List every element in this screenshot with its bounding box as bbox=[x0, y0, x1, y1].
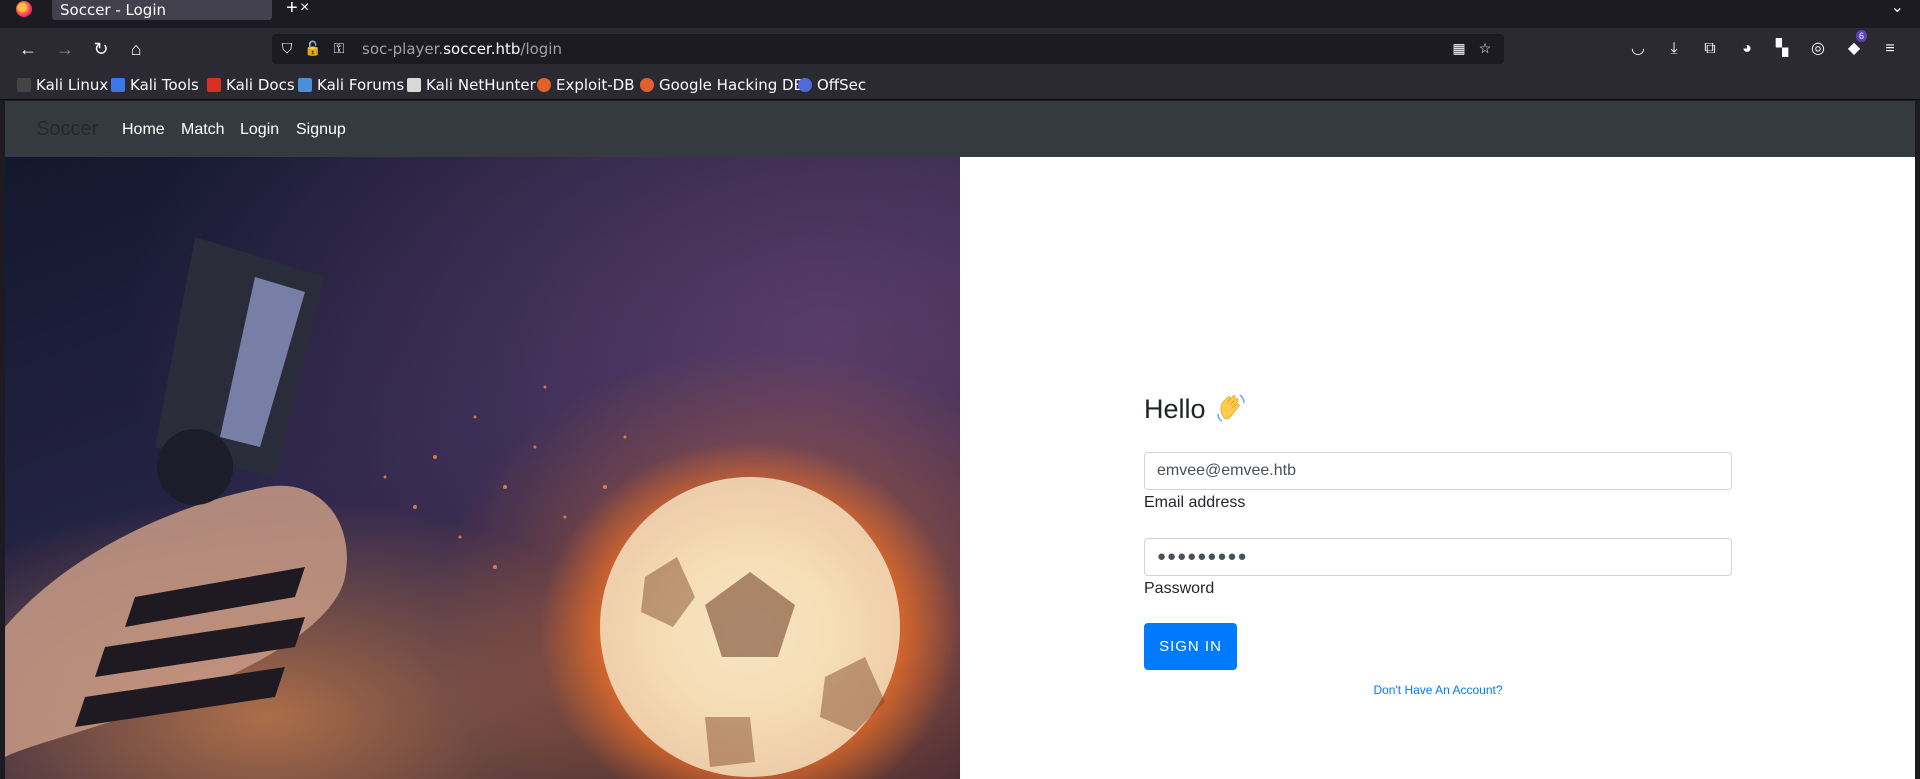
bookmark-google-hacking-db[interactable]: Google Hacking DB bbox=[640, 76, 804, 94]
browser-toolbar: ← → ↻ ⌂ ⛉ 🔓 ⚿ soc-player.soccer.htb/logi… bbox=[0, 28, 1920, 70]
key-icon[interactable]: ⚿ bbox=[330, 39, 348, 57]
bookmark-exploit-db[interactable]: Exploit-DB bbox=[537, 76, 635, 94]
tab-list-chevron-icon[interactable]: ⌄ bbox=[1891, 0, 1904, 17]
forward-arrow-icon[interactable]: → bbox=[53, 37, 77, 61]
exploit-db-icon bbox=[537, 78, 551, 92]
kali-docs-icon bbox=[207, 78, 221, 92]
wappalyzer-icon[interactable]: ◆ 6 bbox=[1844, 30, 1868, 59]
bookmark-kali-tools[interactable]: Kali Tools bbox=[111, 76, 199, 94]
tab-title: Soccer - Login bbox=[60, 1, 167, 19]
nethunter-icon bbox=[407, 78, 421, 92]
kali-dragon-icon bbox=[17, 78, 31, 92]
nav-link-home[interactable]: Home bbox=[122, 121, 165, 139]
new-tab-icon[interactable]: + bbox=[286, 0, 298, 20]
password-label: Password bbox=[1144, 580, 1215, 597]
email-field[interactable]: emvee@emvee.htb bbox=[1144, 452, 1732, 490]
url-text[interactable]: soc-player.soccer.htb/login bbox=[362, 40, 562, 58]
kali-tools-icon bbox=[111, 78, 125, 92]
email-label: Email address bbox=[1144, 494, 1246, 511]
shield-icon[interactable]: ⛉ bbox=[278, 39, 296, 57]
hero-illustration bbox=[5, 237, 900, 777]
insecure-lock-icon[interactable]: 🔓 bbox=[304, 39, 322, 57]
login-form: Hello emvee@emvee.htb Email address ●●●●… bbox=[1144, 157, 1734, 779]
extensions-puzzle-icon[interactable]: ⧉ bbox=[1700, 39, 1720, 59]
url-bar[interactable]: ⛉ 🔓 ⚿ soc-player.soccer.htb/login ▦ ☆ bbox=[272, 34, 1504, 64]
addon-grid-icon[interactable]: ▚ bbox=[1772, 39, 1792, 59]
waving-hand-icon bbox=[1217, 394, 1245, 422]
cookie-editor-icon[interactable]: ◎ bbox=[1808, 39, 1828, 59]
kali-forums-icon bbox=[298, 78, 312, 92]
bookmark-kali-nethunter[interactable]: Kali NetHunter bbox=[407, 76, 536, 94]
email-field-value: emvee@emvee.htb bbox=[1157, 462, 1296, 479]
greeting-heading: Hello bbox=[1144, 394, 1206, 424]
qr-code-icon[interactable]: ▦ bbox=[1450, 39, 1468, 57]
home-icon[interactable]: ⌂ bbox=[124, 37, 148, 61]
bookmark-star-icon[interactable]: ☆ bbox=[1476, 39, 1494, 57]
firefox-logo-icon bbox=[16, 1, 32, 17]
site-brand[interactable]: Soccer bbox=[36, 118, 98, 141]
browser-tab-active[interactable]: Soccer - Login × bbox=[52, 0, 309, 20]
app-menu-icon[interactable]: ≡ bbox=[1880, 39, 1900, 59]
signup-link[interactable]: Don't Have An Account? bbox=[1144, 683, 1732, 697]
bookmark-kali-forums[interactable]: Kali Forums bbox=[298, 76, 404, 94]
pocket-icon[interactable]: ◡ bbox=[1628, 39, 1648, 59]
password-field[interactable]: ●●●●●●●●● bbox=[1144, 538, 1732, 576]
ghdb-icon bbox=[640, 78, 654, 92]
nav-link-match[interactable]: Match bbox=[181, 121, 225, 139]
leg-shin-guard-shape bbox=[155, 237, 325, 505]
offsec-icon bbox=[798, 78, 812, 92]
password-field-value: ●●●●●●●●● bbox=[1157, 548, 1248, 565]
web-page: Soccer Home Match Login Signup Hello emv… bbox=[5, 101, 1915, 779]
extension-badge: 6 bbox=[1856, 30, 1868, 42]
browser-tab-strip: Soccer - Login × + ⌄ bbox=[0, 0, 1920, 28]
soccer-boot-shape bbox=[5, 485, 347, 757]
hero-image-soccer-ball-on-fire bbox=[5, 157, 960, 779]
bookmark-kali-docs[interactable]: Kali Docs bbox=[207, 76, 295, 94]
tab-close-icon[interactable]: × bbox=[300, 0, 309, 17]
nav-link-signup[interactable]: Signup bbox=[296, 121, 346, 139]
reload-icon[interactable]: ↻ bbox=[89, 37, 113, 61]
bookmark-offsec[interactable]: OffSec bbox=[798, 76, 866, 94]
site-navbar: Soccer Home Match Login Signup bbox=[5, 101, 1915, 157]
soccer-ball-icon bbox=[600, 477, 900, 777]
bookmarks-toolbar: Kali Linux Kali Tools Kali Docs Kali For… bbox=[0, 70, 1920, 100]
downloads-icon[interactable]: ⤓ bbox=[1664, 39, 1684, 59]
sign-in-button[interactable]: SIGN IN bbox=[1144, 623, 1237, 670]
foxyproxy-icon[interactable]: ◕ bbox=[1737, 39, 1757, 59]
bookmark-kali-linux[interactable]: Kali Linux bbox=[17, 76, 108, 94]
back-arrow-icon[interactable]: ← bbox=[16, 37, 40, 61]
nav-link-login[interactable]: Login bbox=[240, 121, 279, 139]
